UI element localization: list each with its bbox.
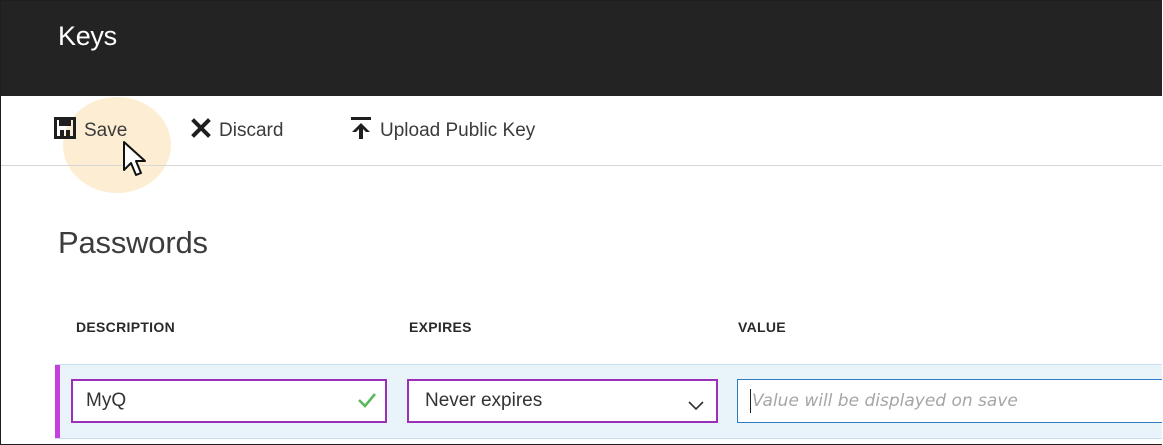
upload-label: Upload Public Key xyxy=(380,120,536,141)
expires-value: Never expires xyxy=(425,390,543,411)
checkmark-icon xyxy=(357,391,377,415)
column-header-value: VALUE xyxy=(738,319,786,335)
discard-button[interactable]: Discard xyxy=(191,118,283,144)
command-bar: Save Discard Upload Public Key xyxy=(1,96,1162,166)
save-label: Save xyxy=(84,120,128,141)
section-title: Passwords xyxy=(58,225,208,260)
table-row: MyQ Never expires xyxy=(55,364,1162,439)
upload-icon xyxy=(350,116,372,146)
value-input[interactable] xyxy=(752,391,1152,411)
description-field[interactable]: MyQ xyxy=(71,379,387,423)
title-bar: Keys xyxy=(1,1,1162,96)
upload-public-key-button[interactable]: Upload Public Key xyxy=(350,116,536,146)
page-title: Keys xyxy=(58,21,117,51)
column-header-expires: EXPIRES xyxy=(409,319,472,335)
expires-dropdown[interactable]: Never expires xyxy=(407,379,718,423)
chevron-down-icon xyxy=(688,395,704,417)
close-icon xyxy=(191,118,211,144)
column-header-description: DESCRIPTION xyxy=(76,319,175,335)
discard-label: Discard xyxy=(219,120,284,141)
mouse-pointer-icon xyxy=(122,140,148,180)
keys-blade: Keys Save Discard Upload Public Key Pass… xyxy=(0,0,1162,445)
save-icon xyxy=(54,117,76,145)
save-button[interactable]: Save xyxy=(54,117,128,145)
text-caret xyxy=(750,389,751,413)
selection-rail xyxy=(55,365,60,438)
description-value: MyQ xyxy=(86,390,127,411)
value-field[interactable] xyxy=(737,379,1162,423)
